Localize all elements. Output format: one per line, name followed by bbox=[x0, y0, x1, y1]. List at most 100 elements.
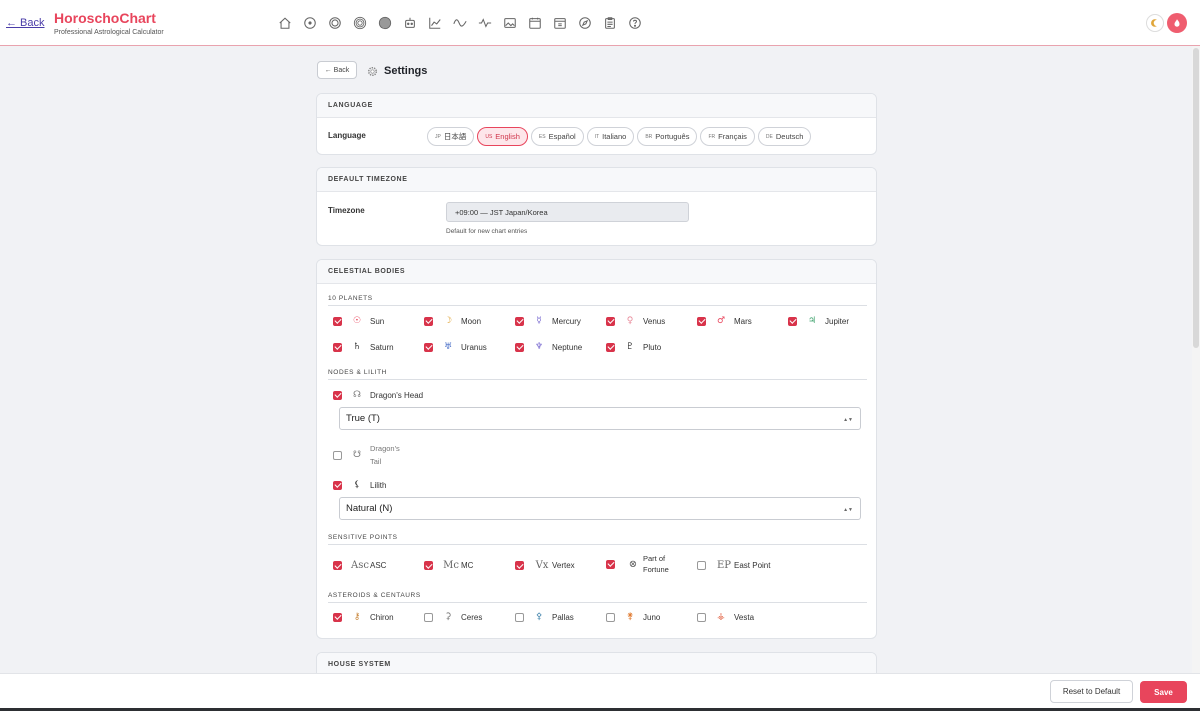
checkbox[interactable] bbox=[697, 316, 706, 326]
checkbox[interactable] bbox=[515, 342, 524, 352]
clipboard-icon[interactable] bbox=[597, 14, 622, 32]
checkbox[interactable] bbox=[333, 612, 342, 622]
language-chip-label: Español bbox=[548, 132, 576, 141]
language-chip[interactable]: ES Español bbox=[530, 127, 584, 146]
checkbox[interactable] bbox=[424, 316, 433, 326]
image-icon[interactable] bbox=[497, 14, 522, 32]
planet-moon-label: Moon bbox=[461, 316, 482, 326]
planet-pluto-checkbox[interactable]: ♇ Pluto bbox=[606, 342, 661, 352]
checkbox[interactable] bbox=[424, 342, 433, 352]
sensitive-mc-label: MC bbox=[461, 561, 474, 570]
lilith-checkbox[interactable]: ⚸ Lilith bbox=[333, 480, 386, 490]
lilith-select[interactable]: Natural (N) ▲▼ bbox=[339, 497, 861, 520]
page-back-button[interactable]: ← Back bbox=[317, 61, 357, 79]
language-chip[interactable]: FR Français bbox=[700, 127, 755, 146]
language-options: JP 日本語 US English ES Español IT Italiano BR Portu… bbox=[427, 127, 812, 146]
language-chip[interactable]: JP 日本語 bbox=[427, 127, 475, 146]
asteroid-chiron-checkbox[interactable]: ⚷ Chiron bbox=[333, 612, 394, 622]
pulse-icon[interactable] bbox=[472, 14, 497, 32]
flag-code: DE bbox=[765, 133, 773, 140]
asteroids-section-label: ASTEROIDS & CENTAURS bbox=[328, 592, 421, 599]
checkbox[interactable] bbox=[515, 561, 524, 570]
checkbox[interactable] bbox=[515, 316, 524, 326]
checkbox[interactable] bbox=[333, 561, 342, 570]
checkbox[interactable] bbox=[333, 390, 342, 400]
language-chip[interactable]: IT Italiano bbox=[586, 127, 635, 146]
planet-sun-checkbox[interactable]: ☉ Sun bbox=[333, 316, 384, 326]
language-card: LANGUAGE Language JP 日本語 US English ES Españo… bbox=[316, 93, 877, 155]
dragon-head-icon: ☊ bbox=[353, 390, 361, 400]
sensitive-east-point-checkbox[interactable]: EP East Point bbox=[697, 560, 770, 571]
quad-wheel-icon[interactable] bbox=[372, 14, 397, 32]
sensitive-part-of-fortune-checkbox[interactable]: ⊗ Part of Fortune bbox=[606, 553, 669, 575]
checkbox[interactable] bbox=[606, 612, 615, 622]
language-chip-label: English bbox=[495, 132, 520, 141]
language-chip[interactable]: BR Português bbox=[637, 127, 698, 146]
checkbox[interactable] bbox=[333, 450, 342, 460]
checkbox[interactable] bbox=[606, 342, 615, 352]
dragon-tail-checkbox[interactable]: ☋ Dragon's Tail bbox=[333, 442, 400, 468]
planet-mercury-checkbox[interactable]: ☿ Mercury bbox=[515, 316, 581, 326]
checkbox[interactable] bbox=[697, 612, 706, 622]
asteroid-pallas-checkbox[interactable]: ⚴ Pallas bbox=[515, 612, 574, 622]
planet-neptune-checkbox[interactable]: ♆ Neptune bbox=[515, 342, 582, 352]
theme-toggle-moon-icon[interactable] bbox=[1146, 14, 1164, 32]
checkbox[interactable] bbox=[788, 316, 797, 326]
dragon-head-checkbox[interactable]: ☊ Dragon's Head bbox=[333, 390, 423, 400]
asteroid-vesta-label: Vesta bbox=[734, 612, 755, 622]
bi-wheel-icon[interactable] bbox=[322, 14, 347, 32]
flag-code: JP bbox=[435, 133, 441, 140]
planet-neptune-icon: ♆ bbox=[534, 342, 544, 352]
scrollbar-thumb[interactable] bbox=[1193, 48, 1199, 348]
planet-saturn-icon: ♄ bbox=[352, 342, 362, 352]
celestial-section-title: CELESTIAL BODIES bbox=[317, 260, 876, 284]
asteroid-juno-checkbox[interactable]: ⚵ Juno bbox=[606, 612, 660, 622]
calendar-icon[interactable] bbox=[522, 14, 547, 32]
checkbox[interactable] bbox=[606, 559, 615, 569]
dragon-head-select[interactable]: True (T) ▲▼ bbox=[339, 407, 861, 430]
asteroid-vesta-checkbox[interactable]: ⚶ Vesta bbox=[697, 612, 754, 622]
sensitive-asc-checkbox[interactable]: Asc ASC bbox=[333, 560, 386, 571]
timezone-field[interactable]: +09:00 — JST Japan/Korea bbox=[446, 202, 689, 222]
line-chart-icon[interactable] bbox=[422, 14, 447, 32]
planet-mars-checkbox[interactable]: ♂ Mars bbox=[697, 316, 752, 326]
checkbox[interactable] bbox=[424, 612, 433, 622]
checkbox[interactable] bbox=[515, 612, 524, 622]
language-chip[interactable]: US English bbox=[477, 127, 528, 146]
robot-icon[interactable] bbox=[397, 14, 422, 32]
reset-to-default-button[interactable]: Reset to Default bbox=[1050, 680, 1133, 703]
sun-chart-icon[interactable] bbox=[297, 14, 322, 32]
calendar-mini-icon[interactable] bbox=[547, 14, 572, 32]
checkbox[interactable] bbox=[606, 316, 615, 326]
language-chip-label: Português bbox=[655, 132, 690, 141]
sensitive-vertex-label: Vertex bbox=[552, 561, 575, 570]
asteroid-pallas-label: Pallas bbox=[552, 612, 574, 622]
asteroid-ceres-checkbox[interactable]: ⚳ Ceres bbox=[424, 612, 482, 622]
checkbox[interactable] bbox=[697, 561, 706, 570]
planet-jupiter-checkbox[interactable]: ♃ Jupiter bbox=[788, 316, 849, 326]
footer-bar bbox=[0, 673, 1200, 711]
checkbox[interactable] bbox=[424, 561, 433, 570]
save-button[interactable]: Save bbox=[1140, 681, 1187, 703]
header-back-link[interactable]: ← Back bbox=[6, 17, 45, 29]
planet-mercury-icon: ☿ bbox=[536, 316, 542, 326]
planet-uranus-label: Uranus bbox=[461, 342, 487, 352]
sensitive-vertex-checkbox[interactable]: Vx Vertex bbox=[515, 560, 575, 571]
checkbox[interactable] bbox=[333, 316, 342, 326]
sensitive-mc-checkbox[interactable]: Mc MC bbox=[424, 560, 473, 571]
chevron-down-icon: ▲▼ bbox=[843, 417, 853, 423]
avatar[interactable] bbox=[1167, 13, 1187, 33]
wave-icon[interactable] bbox=[447, 14, 472, 32]
checkbox[interactable] bbox=[333, 480, 342, 490]
planet-moon-checkbox[interactable]: ☽ Moon bbox=[424, 316, 481, 326]
help-icon[interactable] bbox=[622, 14, 647, 32]
planet-venus-checkbox[interactable]: ♀ Venus bbox=[606, 316, 665, 326]
tri-wheel-icon[interactable] bbox=[347, 14, 372, 32]
home-icon[interactable] bbox=[272, 14, 297, 32]
planet-uranus-checkbox[interactable]: ♅ Uranus bbox=[424, 342, 487, 352]
timezone-label: Timezone bbox=[328, 206, 365, 215]
language-chip[interactable]: DE Deutsch bbox=[757, 127, 812, 146]
checkbox[interactable] bbox=[333, 342, 342, 352]
planet-saturn-checkbox[interactable]: ♄ Saturn bbox=[333, 342, 394, 352]
compass-icon[interactable] bbox=[572, 14, 597, 32]
